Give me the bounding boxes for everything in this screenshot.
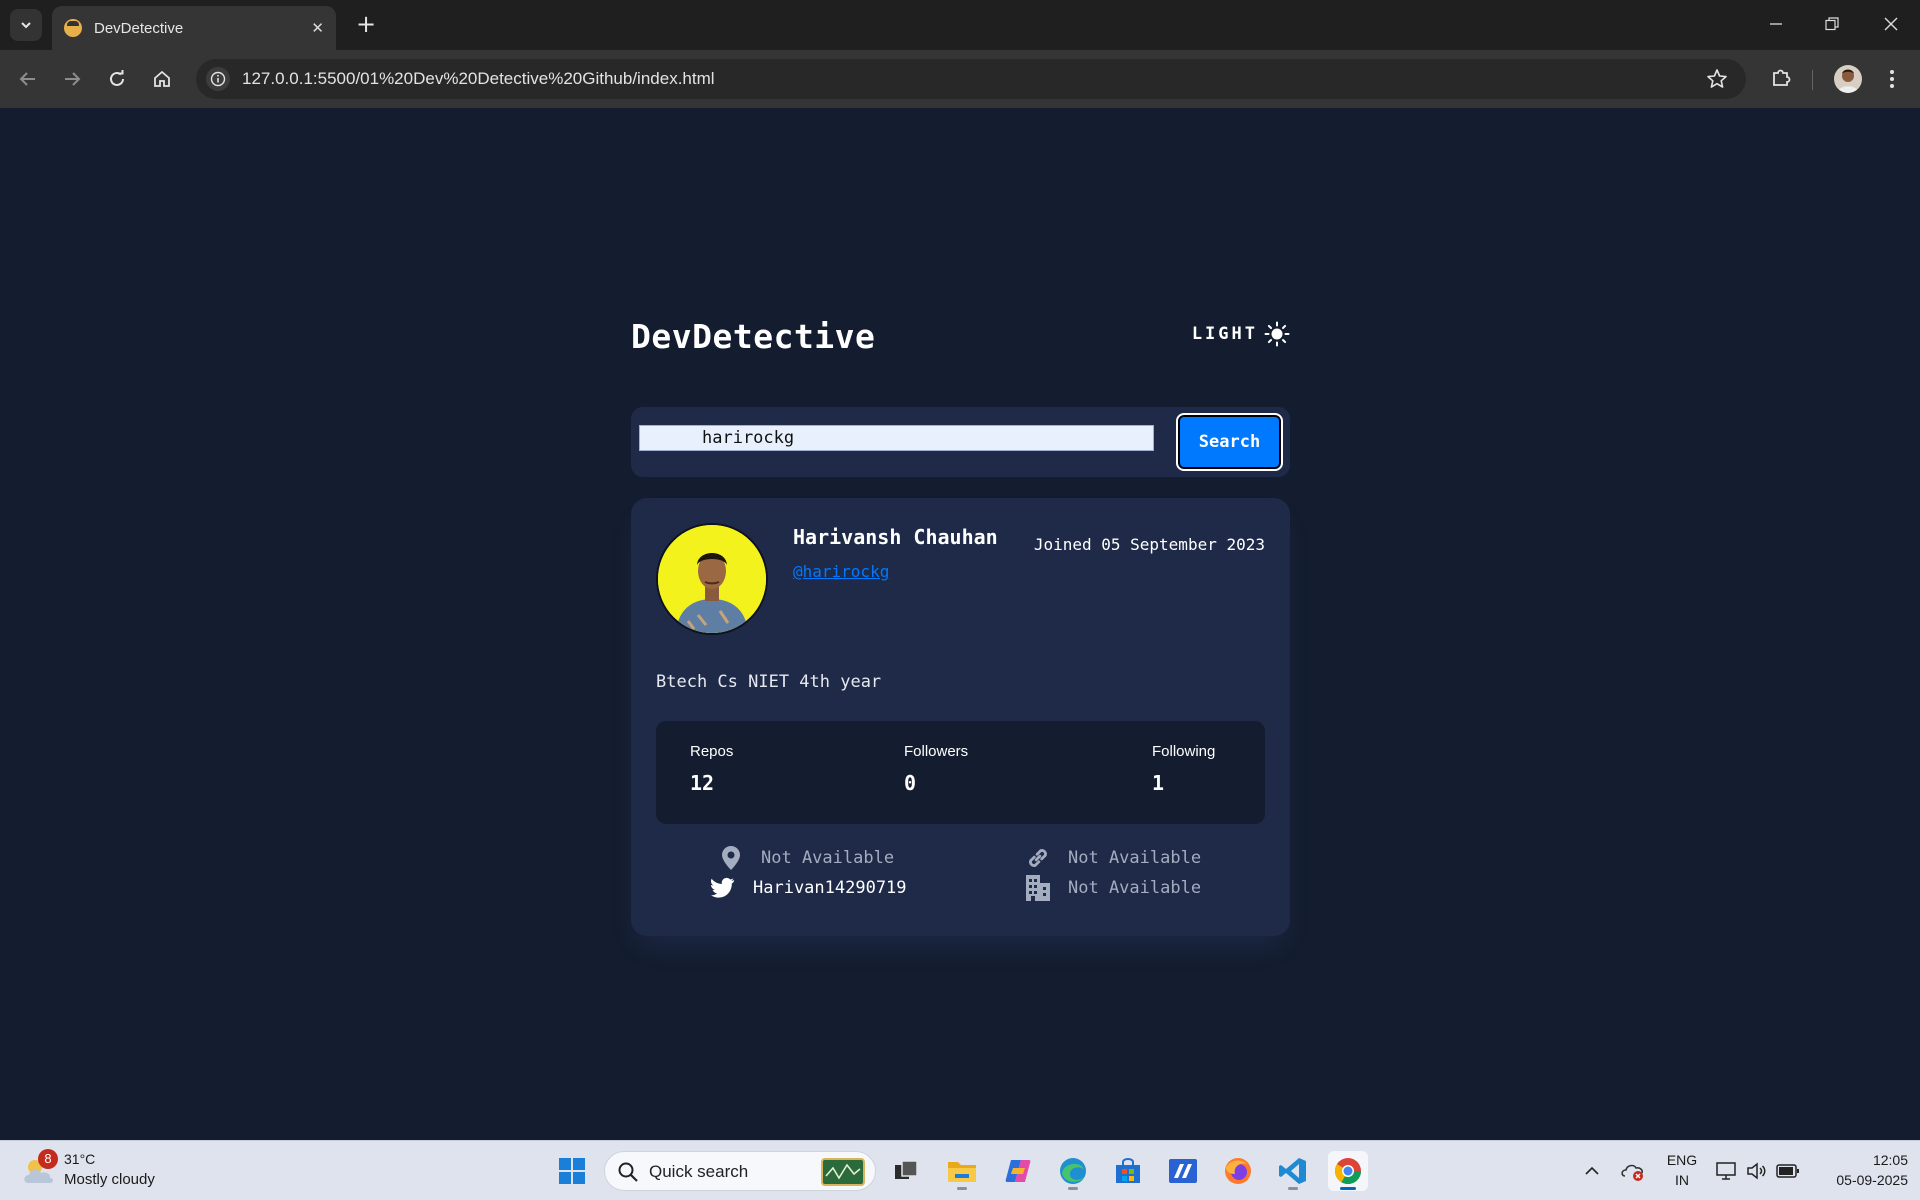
vscode-icon[interactable]: [1273, 1151, 1313, 1191]
extensions-puzzle-icon[interactable]: [1770, 65, 1794, 89]
language-indicator-bottom[interactable]: IN: [1664, 1172, 1700, 1188]
twitter-handle-text: Harivan14290719: [753, 878, 907, 898]
clock-time[interactable]: 12:05: [1808, 1152, 1908, 1168]
theme-label: LIGHT: [1191, 324, 1258, 344]
network-icon[interactable]: [1714, 1159, 1738, 1183]
running-indicator: [1340, 1187, 1356, 1190]
running-indicator: [957, 1187, 967, 1190]
taskbar-search-placeholder: Quick search: [649, 1162, 749, 1181]
weather-temperature[interactable]: 31°C: [64, 1151, 95, 1167]
browser-menu-icon[interactable]: [1880, 67, 1904, 91]
browser-tabstrip: DevDetective ✕ +: [0, 0, 1920, 50]
browser-toolbar: 127.0.0.1:5500/01%20Dev%20Detective%20Gi…: [0, 50, 1920, 108]
windows-taskbar: 8 31°C Mostly cloudy Quick search ENG IN…: [0, 1140, 1920, 1200]
address-bar[interactable]: 127.0.0.1:5500/01%20Dev%20Detective%20Gi…: [196, 59, 1746, 99]
language-indicator-top[interactable]: ENG: [1664, 1152, 1700, 1168]
chevron-down-icon: [21, 22, 31, 29]
search-highlight-thumbnail: [821, 1158, 865, 1186]
task-view-icon[interactable]: [886, 1151, 926, 1191]
location-pin-icon: [719, 846, 743, 870]
username-search-input[interactable]: [639, 425, 1154, 451]
search-icon: [618, 1162, 638, 1182]
firefox-icon[interactable]: [1218, 1151, 1258, 1191]
sun-icon: [1264, 321, 1290, 347]
minimize-icon[interactable]: [1764, 12, 1788, 36]
search-button[interactable]: Search: [1176, 413, 1283, 471]
profile-card: Harivansh Chauhan @harirockg Joined 05 S…: [631, 498, 1290, 936]
app-header: DevDetective LIGHT: [631, 313, 1290, 365]
close-window-icon[interactable]: [1879, 12, 1903, 36]
reload-icon[interactable]: [101, 63, 133, 95]
dev-tool-app-icon[interactable]: [1163, 1151, 1203, 1191]
chrome-icon[interactable]: [1328, 1151, 1368, 1191]
company-text: Not Available: [1068, 878, 1202, 898]
forward-icon[interactable]: [56, 63, 88, 95]
app-title: DevDetective: [631, 317, 876, 356]
copilot-icon[interactable]: [998, 1151, 1038, 1191]
chain-link-icon: [1026, 846, 1050, 870]
search-bar: Search: [631, 407, 1290, 477]
windows-start-icon[interactable]: [552, 1151, 592, 1191]
tab-search-button[interactable]: [10, 9, 42, 41]
taskbar-search-box[interactable]: Quick search: [604, 1151, 876, 1191]
website-text: Not Available: [1068, 848, 1202, 868]
restore-icon[interactable]: [1820, 12, 1844, 36]
chevron-up-icon[interactable]: [1580, 1159, 1604, 1183]
onedrive-error-icon[interactable]: [1621, 1159, 1645, 1183]
devdetective-app: DevDetective LIGHT Search: [631, 313, 1290, 936]
edge-browser-icon[interactable]: [1053, 1151, 1093, 1191]
url-text: 127.0.0.1:5500/01%20Dev%20Detective%20Gi…: [242, 69, 715, 88]
twitter-link[interactable]: Harivan14290719: [711, 876, 907, 900]
profile-links: Not Available Not Available Harivan14290…: [631, 498, 1290, 936]
new-tab-button[interactable]: +: [352, 10, 380, 38]
home-icon[interactable]: [146, 63, 178, 95]
twitter-icon: [711, 876, 735, 900]
back-icon[interactable]: [12, 63, 44, 95]
running-indicator: [1068, 1187, 1078, 1190]
site-info-icon[interactable]: [206, 67, 230, 91]
theme-toggle[interactable]: LIGHT: [1192, 321, 1290, 347]
detective-favicon-icon: [64, 19, 82, 37]
weather-alert-badge: 8: [38, 1149, 58, 1169]
weather-description[interactable]: Mostly cloudy: [64, 1171, 155, 1188]
office-building-icon: [1026, 875, 1050, 901]
volume-icon[interactable]: [1745, 1159, 1769, 1183]
toolbar-divider: [1812, 70, 1813, 90]
clock-date[interactable]: 05-09-2025: [1808, 1172, 1908, 1188]
microsoft-store-icon[interactable]: [1108, 1151, 1148, 1191]
company-link: Not Available: [1026, 875, 1202, 901]
bookmark-star-icon[interactable]: [1706, 68, 1728, 90]
browser-tab-active[interactable]: DevDetective ✕: [52, 6, 336, 50]
browser-profile-avatar[interactable]: [1834, 65, 1862, 93]
battery-icon[interactable]: [1776, 1159, 1800, 1183]
running-indicator: [1288, 1187, 1298, 1190]
close-tab-icon[interactable]: ✕: [311, 19, 324, 37]
file-explorer-icon[interactable]: [942, 1151, 982, 1191]
location-text: Not Available: [761, 848, 895, 868]
location-link: Not Available: [719, 846, 894, 870]
tab-title: DevDetective: [94, 19, 184, 37]
website-link: Not Available: [1026, 846, 1201, 870]
